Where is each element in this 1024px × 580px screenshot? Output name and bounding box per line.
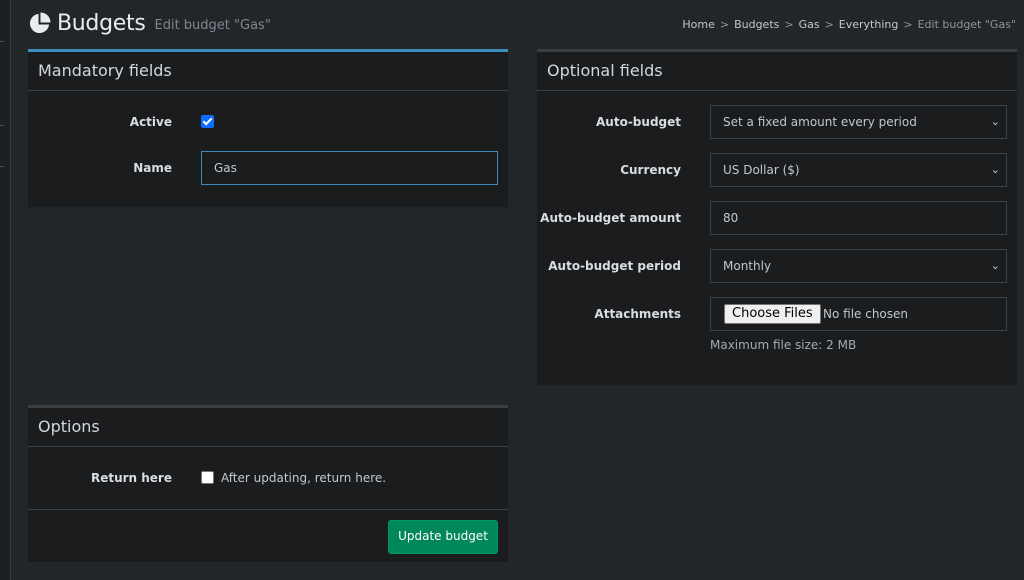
currency-label: Currency xyxy=(620,163,681,177)
sidebar-divider xyxy=(0,166,4,167)
breadcrumb-current: Edit budget "Gas" xyxy=(917,18,1016,31)
currency-select[interactable]: US Dollar ($) ⌄ xyxy=(710,153,1007,187)
page-title: Budgets xyxy=(57,10,146,36)
breadcrumb-separator: > xyxy=(824,18,834,31)
return-text[interactable]: After updating, return here. xyxy=(221,461,386,495)
breadcrumb-separator: > xyxy=(903,18,913,31)
auto-budget-value: Set a fixed amount every period xyxy=(723,115,917,129)
period-label: Auto-budget period xyxy=(548,259,681,273)
active-row: Active xyxy=(28,105,508,139)
breadcrumb-separator: > xyxy=(719,18,730,31)
pie-chart-icon xyxy=(28,11,51,35)
breadcrumb-everything[interactable]: Everything xyxy=(839,18,899,31)
breadcrumb-budgets[interactable]: Budgets xyxy=(734,18,779,31)
auto-budget-label: Auto-budget xyxy=(596,115,681,129)
breadcrumb-home[interactable]: Home xyxy=(682,18,714,31)
period-select[interactable]: Monthly ⌄ xyxy=(710,249,1007,283)
auto-budget-row: Auto-budget Set a fixed amount every per… xyxy=(537,105,1017,139)
active-label: Active xyxy=(129,115,172,129)
currency-row: Currency US Dollar ($) ⌄ xyxy=(537,153,1017,187)
card-footer-divider xyxy=(28,509,508,510)
period-row: Auto-budget period Monthly ⌄ xyxy=(537,249,1017,283)
breadcrumb-separator: > xyxy=(784,18,794,31)
sidebar-divider xyxy=(0,41,4,42)
chevron-down-icon: ⌄ xyxy=(990,115,1000,128)
breadcrumb: Home > Budgets > Gas > Everything > Edit… xyxy=(682,18,1016,31)
card-title: Optional fields xyxy=(537,52,1017,91)
return-checkbox[interactable] xyxy=(201,471,214,484)
page-header: Budgets Edit budget "Gas" xyxy=(28,8,271,38)
choose-files-button[interactable]: Choose Files xyxy=(724,304,821,324)
attachments-input[interactable]: Choose Files No file chosen xyxy=(710,297,1007,331)
max-size-help: Maximum file size: 2 MB xyxy=(710,338,857,352)
card-title: Options xyxy=(28,408,508,447)
attachments-label: Attachments xyxy=(594,307,681,321)
no-file-text: No file chosen xyxy=(823,307,909,321)
name-input[interactable]: Gas xyxy=(201,151,498,185)
return-row: Return here After updating, return here. xyxy=(28,461,508,495)
return-label: Return here xyxy=(90,471,172,485)
optional-fields-card: Optional fields Auto-budget Set a fixed … xyxy=(537,49,1017,385)
update-budget-button[interactable]: Update budget xyxy=(388,520,498,554)
sidebar-divider xyxy=(0,125,4,126)
breadcrumb-gas[interactable]: Gas xyxy=(799,18,820,31)
chevron-down-icon: ⌄ xyxy=(990,259,1000,272)
mandatory-fields-card: Mandatory fields Active Name Gas xyxy=(28,49,508,207)
amount-input[interactable]: 80 xyxy=(710,201,1007,235)
amount-label: Auto-budget amount xyxy=(540,211,681,225)
chevron-down-icon: ⌄ xyxy=(990,163,1000,176)
options-card: Options Return here After updating, retu… xyxy=(28,405,508,562)
page-subtitle: Edit budget "Gas" xyxy=(154,18,271,33)
amount-row: Auto-budget amount 80 xyxy=(537,201,1017,235)
sidebar-strip xyxy=(0,0,11,580)
currency-value: US Dollar ($) xyxy=(723,163,800,177)
name-row: Name Gas xyxy=(28,151,508,185)
period-value: Monthly xyxy=(723,259,772,273)
active-checkbox[interactable] xyxy=(201,115,214,128)
auto-budget-select[interactable]: Set a fixed amount every period ⌄ xyxy=(710,105,1007,139)
card-title: Mandatory fields xyxy=(28,52,508,91)
attachments-row: Attachments Choose Files No file chosen xyxy=(537,297,1017,331)
name-label: Name xyxy=(133,161,172,175)
